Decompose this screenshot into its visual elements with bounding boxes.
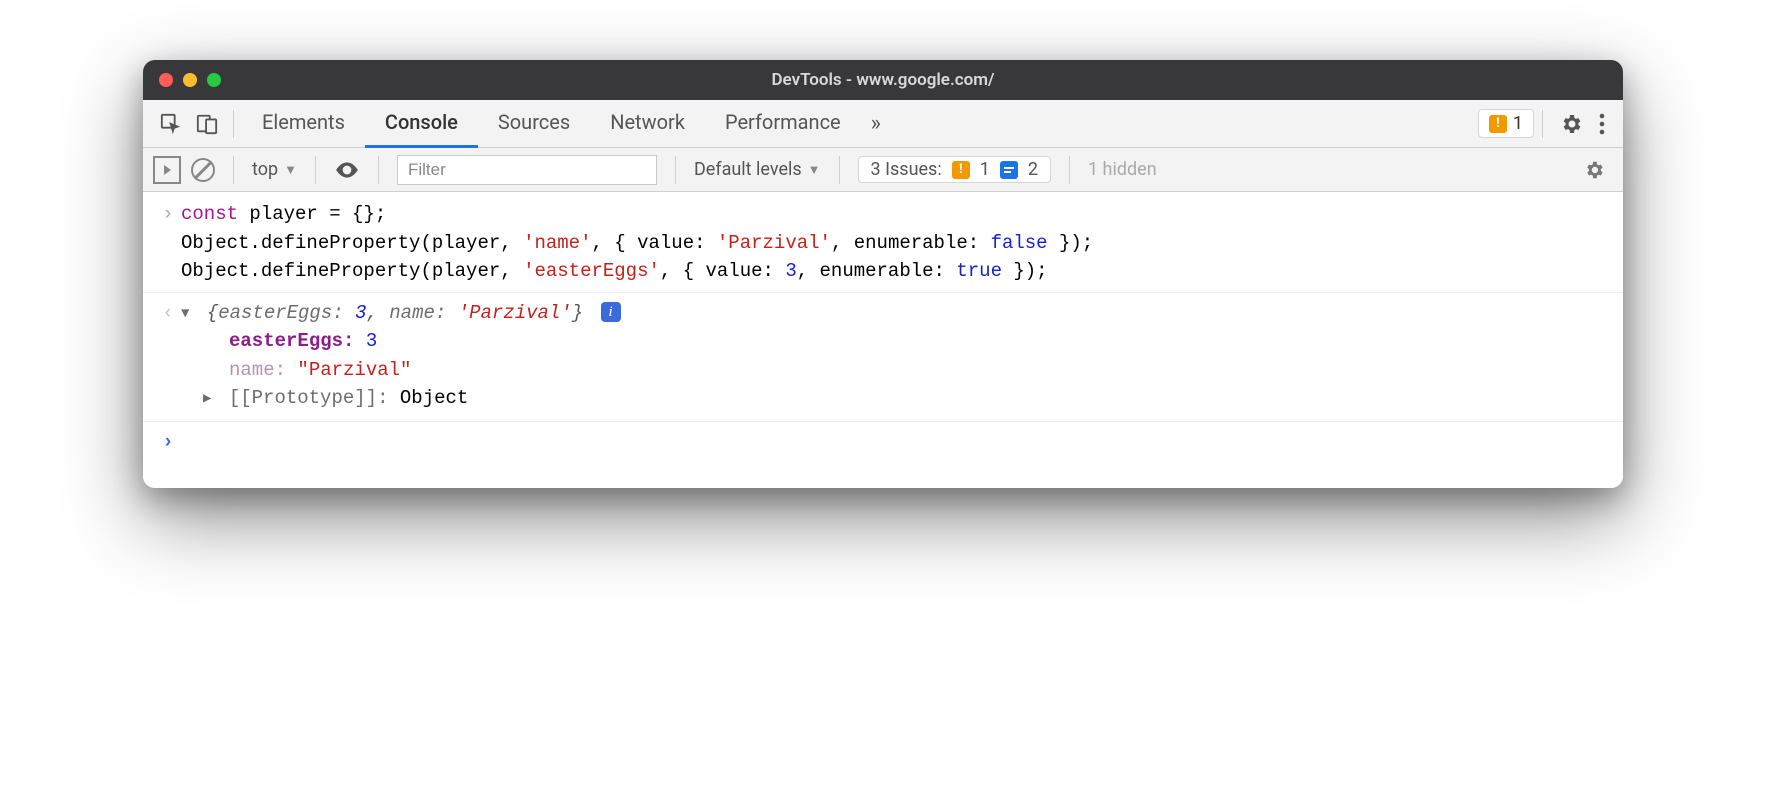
separator (233, 156, 234, 184)
tab-performance[interactable]: Performance (705, 100, 861, 148)
separator (1069, 156, 1070, 184)
console-settings-gear-icon[interactable] (1575, 159, 1613, 181)
devtools-window: DevTools - www.google.com/ Elements Cons… (143, 60, 1623, 488)
prototype-row[interactable]: ▶ [[Prototype]]: Object (181, 384, 1611, 413)
output-prompt-icon: ‹ (155, 299, 181, 328)
context-dropdown[interactable]: top ▼ (252, 159, 297, 180)
tab-network[interactable]: Network (590, 100, 705, 148)
object-property-row[interactable]: easterEggs: 3 (181, 327, 1611, 356)
console-output: › const player = {}; Object.defineProper… (143, 192, 1623, 488)
hidden-messages-count[interactable]: 1 hidden (1088, 159, 1157, 180)
input-prompt-icon: › (155, 200, 181, 229)
issues-badge[interactable]: ! 1 (1478, 109, 1534, 138)
main-tabbar: Elements Console Sources Network Perform… (143, 100, 1623, 148)
log-levels-dropdown[interactable]: Default levels ▼ (694, 159, 821, 180)
separator (233, 110, 234, 138)
window-title: DevTools - www.google.com/ (143, 70, 1623, 90)
filter-input[interactable] (397, 155, 657, 185)
clear-console-icon[interactable] (191, 158, 215, 182)
minimize-window-button[interactable] (183, 73, 197, 87)
device-toolbar-icon[interactable] (189, 100, 225, 148)
issues-summary[interactable]: 3 Issues: ! 1 2 (858, 156, 1051, 183)
console-toolbar: top ▼ Default levels ▼ 3 Issues: ! 1 2 1… (143, 148, 1623, 192)
traffic-lights (159, 73, 221, 87)
close-window-button[interactable] (159, 73, 173, 87)
separator (315, 156, 316, 184)
fullscreen-window-button[interactable] (207, 73, 221, 87)
object-inline-preview: {easterEggs: 3, name: 'Parzival'} (207, 302, 595, 324)
more-tabs-button[interactable]: » (861, 111, 891, 136)
separator (378, 156, 379, 184)
inspect-element-icon[interactable] (153, 100, 189, 148)
warning-icon: ! (952, 161, 970, 179)
separator (675, 156, 676, 184)
separator (1542, 110, 1543, 138)
code-block: const player = {}; Object.defineProperty… (181, 200, 1611, 286)
tab-sources[interactable]: Sources (478, 100, 590, 148)
console-input-entry: › const player = {}; Object.defineProper… (143, 198, 1623, 293)
console-prompt-row[interactable]: › (143, 421, 1623, 459)
tab-console[interactable]: Console (365, 100, 478, 148)
issues-badge-count: 1 (1513, 113, 1523, 134)
tab-elements[interactable]: Elements (242, 100, 365, 148)
warning-icon: ! (1489, 115, 1507, 133)
titlebar: DevTools - www.google.com/ (143, 60, 1623, 100)
object-info-icon[interactable]: i (601, 302, 621, 322)
toggle-sidebar-icon[interactable] (153, 156, 181, 184)
input-prompt-icon: › (155, 428, 181, 457)
console-result-entry: ‹ ▼ {easterEggs: 3, name: 'Parzival'} i … (143, 297, 1623, 415)
chevron-down-icon: ▼ (284, 162, 297, 178)
kebab-menu-icon[interactable] (1591, 113, 1613, 135)
object-summary-row[interactable]: ▼ {easterEggs: 3, name: 'Parzival'} i (181, 299, 1611, 328)
object-property-row[interactable]: name: "Parzival" (181, 356, 1611, 385)
live-expression-eye-icon[interactable] (334, 157, 360, 183)
chevron-down-icon: ▼ (808, 162, 821, 178)
info-icon (1000, 161, 1018, 179)
expand-toggle-icon[interactable]: ▶ (203, 389, 211, 410)
expand-toggle-icon[interactable]: ▼ (181, 304, 189, 325)
settings-gear-icon[interactable] (1551, 112, 1591, 136)
separator (839, 156, 840, 184)
